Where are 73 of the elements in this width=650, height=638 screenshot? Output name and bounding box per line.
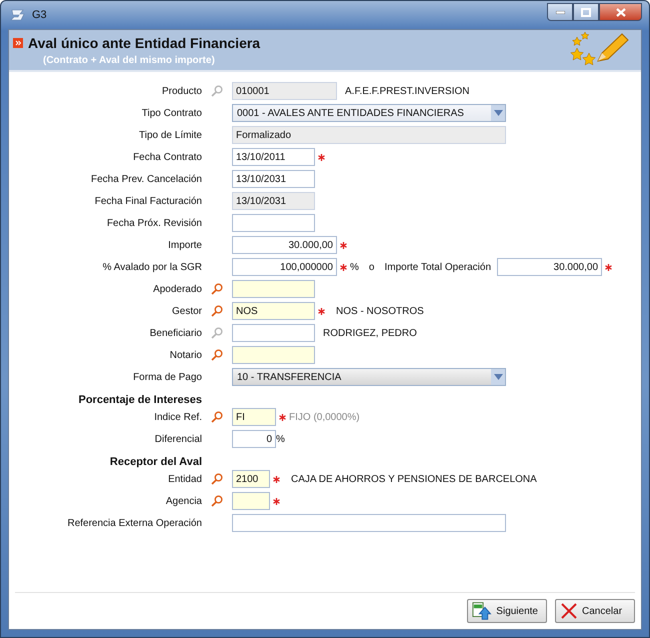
field-label: Apoderado [152, 284, 202, 294]
maximize-button[interactable] [573, 3, 599, 21]
unit-label: % [276, 434, 285, 444]
input-field[interactable]: 0 [232, 430, 276, 448]
field-label: Fecha Final Facturación [94, 196, 202, 206]
input-field[interactable]: 13/10/2011 [232, 148, 315, 166]
input-field[interactable]: 13/10/2031 [232, 170, 315, 188]
field-label: % Avalado por la SGR [102, 262, 202, 272]
input-field[interactable] [232, 514, 506, 532]
field-label: Importe [167, 240, 202, 250]
dropdown-arrow-icon [494, 374, 502, 380]
search-icon[interactable] [211, 349, 223, 361]
dropdown-arrow-icon [494, 110, 502, 116]
field-label: Gestor [170, 306, 202, 316]
field-label: Fecha Prev. Cancelación [90, 174, 202, 184]
search-icon[interactable] [211, 473, 223, 485]
input-field[interactable] [232, 324, 315, 342]
section-heading: Receptor del Aval [108, 456, 202, 468]
search-icon[interactable] [211, 283, 223, 295]
search-icon[interactable] [211, 411, 223, 423]
dropdown[interactable]: 10 - TRANSFERENCIA [232, 368, 506, 386]
conjunction-label: o [368, 262, 374, 272]
search-icon[interactable] [211, 495, 223, 507]
close-button[interactable] [599, 3, 642, 21]
input-field[interactable] [232, 214, 315, 232]
input-field[interactable]: 30.000,00 [232, 236, 337, 254]
field-label: Fecha Contrato [132, 152, 202, 162]
input-field[interactable]: Formalizado [232, 126, 506, 144]
input-field[interactable]: 100,000000 [232, 258, 337, 276]
field-label: Indice Ref. [153, 412, 202, 422]
input-field[interactable] [232, 492, 270, 510]
minimize-icon [556, 10, 564, 14]
description-text: RODRIGEZ, PEDRO [323, 328, 417, 338]
field-label: Producto [160, 86, 202, 96]
field-label: Forma de Pago [132, 372, 202, 382]
input-field[interactable] [232, 346, 315, 364]
maximize-icon [581, 8, 591, 16]
close-icon [616, 8, 626, 16]
field-label: Fecha Próx. Revisión [106, 218, 202, 228]
input-field[interactable]: 010001 [232, 82, 337, 100]
description-text: CAJA DE AHORROS Y PENSIONES DE BARCELONA [291, 474, 537, 484]
field-label: Entidad [167, 474, 202, 484]
next-button[interactable]: Siguiente [467, 599, 547, 623]
field-label: Beneficiario [148, 328, 202, 338]
field-label: Notario [168, 350, 202, 360]
description-text: A.F.E.F.PREST.INVERSION [345, 86, 470, 96]
description-text: FIJO (0,0000%) [289, 412, 360, 422]
window-title: G3 [32, 9, 47, 21]
input-field[interactable]: 13/10/2031 [232, 192, 315, 210]
close-icon [560, 602, 578, 620]
bullet-icon [13, 38, 23, 48]
input-field[interactable] [232, 280, 315, 298]
input-field[interactable]: FI [232, 408, 276, 426]
field-label: Tipo de Límite [138, 130, 202, 140]
app-logo-icon [10, 9, 26, 21]
input-field[interactable]: 30.000,00 [497, 258, 602, 276]
minimize-button[interactable] [547, 3, 573, 21]
cancel-button[interactable]: Cancelar [555, 599, 635, 623]
field-label: Diferencial [154, 434, 202, 444]
page-title: Aval único ante Entidad Financiera [28, 34, 260, 50]
section-heading: Porcentaje de Intereses [77, 394, 202, 406]
page-subtitle: (Contrato + Aval del mismo importe) [42, 54, 216, 66]
dropdown[interactable]: 0001 - AVALES ANTE ENTIDADES FINANCIERAS [232, 104, 506, 122]
input-field[interactable]: NOS [232, 302, 315, 320]
unit-label: % [350, 262, 359, 272]
search-icon[interactable] [211, 305, 223, 317]
field-label: Importe Total Operación [384, 262, 492, 272]
next-page-icon [472, 601, 492, 621]
field-label: Agencia [164, 496, 202, 506]
description-text: NOS - NOSOTROS [336, 306, 424, 316]
field-label: Tipo Contrato [140, 108, 202, 118]
field-label: Referencia Externa Operación [66, 518, 202, 528]
input-field[interactable]: 2100 [232, 470, 270, 488]
